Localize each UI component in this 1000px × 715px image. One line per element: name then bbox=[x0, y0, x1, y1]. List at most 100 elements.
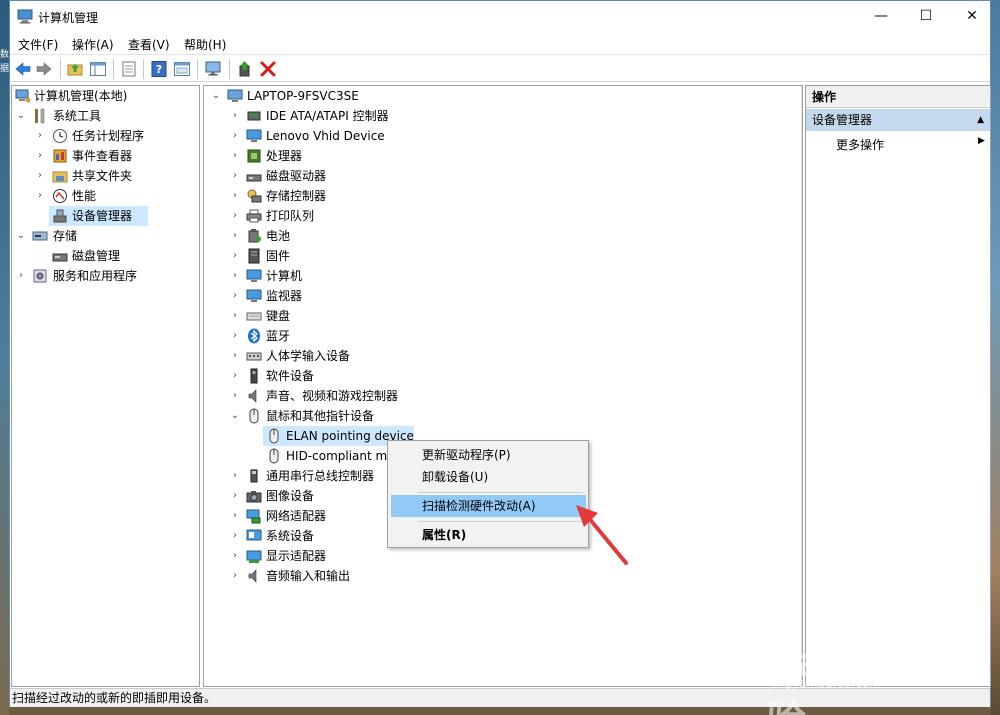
chevron-right-icon[interactable]: › bbox=[34, 146, 46, 166]
forward-arrow-icon[interactable] bbox=[35, 60, 53, 78]
chevron-right-icon[interactable]: › bbox=[229, 306, 241, 326]
device-category-display[interactable]: › 显示适配器 bbox=[204, 546, 764, 566]
device-category-mice[interactable]: ⌄ 鼠标和其他指针设备 bbox=[204, 406, 764, 426]
chevron-right-icon[interactable]: › bbox=[15, 266, 27, 286]
device-category-ide[interactable]: › IDE ATA/ATAPI 控制器 bbox=[204, 106, 764, 126]
menu-file[interactable]: 文件(F) bbox=[18, 36, 58, 53]
tree-item-root[interactable]: 计算机管理(本地) bbox=[12, 86, 199, 106]
navigation-tree: 计算机管理(本地) ⌄ 系统工具 › 任务计划程序 › 事件查看器 › 共享文件… bbox=[11, 85, 200, 687]
device-category-bluetooth[interactable]: › 蓝牙 bbox=[204, 326, 764, 346]
desktop-left-edge: 数据 bbox=[0, 0, 9, 715]
minimize-button[interactable]: — bbox=[858, 1, 904, 32]
tree-item-event-viewer[interactable]: › 事件查看器 bbox=[12, 146, 199, 166]
help-icon[interactable]: ? bbox=[150, 60, 168, 78]
device-category-battery[interactable]: › 电池 bbox=[204, 226, 764, 246]
context-menu: 更新驱动程序(P) 卸载设备(U) 扫描检测硬件改动(A) 属性(R) bbox=[387, 440, 589, 548]
chevron-right-icon[interactable]: › bbox=[229, 506, 241, 526]
chevron-right-icon[interactable]: › bbox=[229, 546, 241, 566]
device-category-audio-io[interactable]: › 音频输入和输出 bbox=[204, 566, 764, 586]
up-folder-icon[interactable] bbox=[66, 60, 84, 78]
tree-item-performance[interactable]: › 性能 bbox=[12, 186, 199, 206]
chevron-down-icon[interactable]: ⌄ bbox=[210, 86, 222, 106]
chevron-right-icon[interactable]: › bbox=[229, 526, 241, 546]
uninstall-x-icon[interactable] bbox=[259, 60, 277, 78]
menu-help[interactable]: 帮助(H) bbox=[184, 36, 226, 53]
tree-item-storage[interactable]: ⌄ 存储 bbox=[12, 226, 199, 246]
chevron-right-icon[interactable]: › bbox=[229, 386, 241, 406]
chevron-right-icon[interactable]: › bbox=[229, 326, 241, 346]
device-category-software-devices[interactable]: › 软件设备 bbox=[204, 366, 764, 386]
tree-item-shared-folders[interactable]: › 共享文件夹 bbox=[12, 166, 199, 186]
performance-icon bbox=[53, 189, 67, 203]
device-category-storage-controllers[interactable]: › 存储控制器 bbox=[204, 186, 764, 206]
chevron-right-icon[interactable]: › bbox=[229, 206, 241, 226]
chevron-right-icon[interactable]: › bbox=[229, 146, 241, 166]
chevron-right-icon[interactable]: › bbox=[229, 166, 241, 186]
actions-section-device-manager[interactable]: 设备管理器 ▲ bbox=[806, 109, 990, 131]
chevron-right-icon[interactable]: › bbox=[229, 246, 241, 266]
software-device-icon bbox=[250, 368, 258, 384]
chevron-right-icon[interactable]: › bbox=[229, 286, 241, 306]
chevron-right-icon[interactable]: › bbox=[229, 466, 241, 486]
device-category-sound[interactable]: › 声音、视频和游戏控制器 bbox=[204, 386, 764, 406]
monitor-icon[interactable] bbox=[204, 60, 222, 78]
device-category-processor[interactable]: › 处理器 bbox=[204, 146, 764, 166]
device-category-keyboards[interactable]: › 键盘 bbox=[204, 306, 764, 326]
show-hide-tree-icon[interactable] bbox=[89, 60, 107, 78]
tree-item-task-scheduler[interactable]: › 任务计划程序 bbox=[12, 126, 199, 146]
title-bar[interactable]: 计算机管理 — ☐ ✕ bbox=[10, 1, 990, 32]
export-list-icon[interactable] bbox=[120, 60, 138, 78]
back-arrow-icon[interactable] bbox=[14, 60, 32, 78]
device-category-lenovo-vhid[interactable]: › Lenovo Vhid Device bbox=[204, 126, 764, 146]
close-button[interactable]: ✕ bbox=[949, 1, 995, 32]
device-category-print-queues[interactable]: › 打印队列 bbox=[204, 206, 764, 226]
chevron-right-icon[interactable]: › bbox=[229, 106, 241, 126]
tree-item-device-manager[interactable]: 设备管理器 bbox=[49, 206, 148, 226]
chevron-down-icon[interactable]: ⌄ bbox=[15, 226, 27, 246]
chevron-right-icon[interactable]: › bbox=[34, 186, 46, 206]
device-category-hid[interactable]: › 人体学输入设备 bbox=[204, 346, 764, 366]
svg-text:?: ? bbox=[156, 63, 162, 76]
tree-item-services-apps[interactable]: › 服务和应用程序 bbox=[12, 266, 199, 286]
chevron-right-icon[interactable]: › bbox=[229, 186, 241, 206]
chevron-right-icon[interactable]: › bbox=[229, 346, 241, 366]
device-manager-icon bbox=[53, 209, 67, 223]
desktop-right-edge bbox=[991, 0, 1000, 715]
update-driver-icon[interactable] bbox=[236, 60, 254, 78]
device-category-computer[interactable]: › 计算机 bbox=[204, 266, 764, 286]
menu-properties[interactable]: 属性(R) bbox=[391, 524, 586, 546]
device-tree-root[interactable]: ⌄ LAPTOP-9FSVC3SE bbox=[204, 86, 764, 106]
mouse-icon bbox=[269, 428, 279, 444]
camera-icon bbox=[246, 491, 262, 503]
chevron-right-icon[interactable]: › bbox=[34, 126, 46, 146]
chevron-right-icon[interactable]: › bbox=[34, 166, 46, 186]
speaker-icon bbox=[248, 389, 257, 403]
menu-update-driver[interactable]: 更新驱动程序(P) bbox=[391, 444, 586, 466]
chevron-right-icon[interactable]: › bbox=[229, 126, 241, 146]
menu-view[interactable]: 查看(V) bbox=[128, 36, 170, 53]
device-tree: ⌄ LAPTOP-9FSVC3SE › IDE ATA/ATAPI 控制器 › … bbox=[203, 85, 803, 687]
device-category-disk-drives[interactable]: › 磁盘驱动器 bbox=[204, 166, 764, 186]
menu-uninstall-device[interactable]: 卸载设备(U) bbox=[391, 466, 586, 488]
collapse-triangle-icon[interactable]: ▲ bbox=[977, 109, 984, 131]
chevron-right-icon[interactable]: › bbox=[229, 486, 241, 506]
device-hid-compliant-mouse[interactable]: HID-compliant mo bbox=[263, 446, 395, 466]
chevron-right-icon[interactable]: › bbox=[229, 566, 241, 586]
desktop-edge-text: 数据 bbox=[0, 50, 9, 74]
tree-item-system-tools[interactable]: ⌄ 系统工具 bbox=[12, 106, 199, 126]
menu-action[interactable]: 操作(A) bbox=[72, 36, 114, 53]
chevron-down-icon[interactable]: ⌄ bbox=[15, 106, 27, 126]
more-actions-item[interactable]: 更多操作 bbox=[836, 136, 884, 153]
tools-icon bbox=[35, 108, 45, 124]
device-category-monitors[interactable]: › 监视器 bbox=[204, 286, 764, 306]
device-category-firmware[interactable]: › 固件 bbox=[204, 246, 764, 266]
tree-item-disk-management[interactable]: 磁盘管理 bbox=[12, 246, 199, 266]
menu-scan-hardware-changes[interactable]: 扫描检测硬件改动(A) bbox=[391, 495, 586, 517]
properties-pane-icon[interactable] bbox=[173, 60, 191, 78]
chevron-right-icon[interactable]: › bbox=[229, 366, 241, 386]
watermark-logo: Bai du 经验 bbox=[766, 640, 955, 715]
chevron-down-icon[interactable]: ⌄ bbox=[229, 406, 241, 426]
chevron-right-icon[interactable]: › bbox=[229, 266, 241, 286]
maximize-button[interactable]: ☐ bbox=[903, 1, 949, 32]
chevron-right-icon[interactable]: › bbox=[229, 226, 241, 246]
